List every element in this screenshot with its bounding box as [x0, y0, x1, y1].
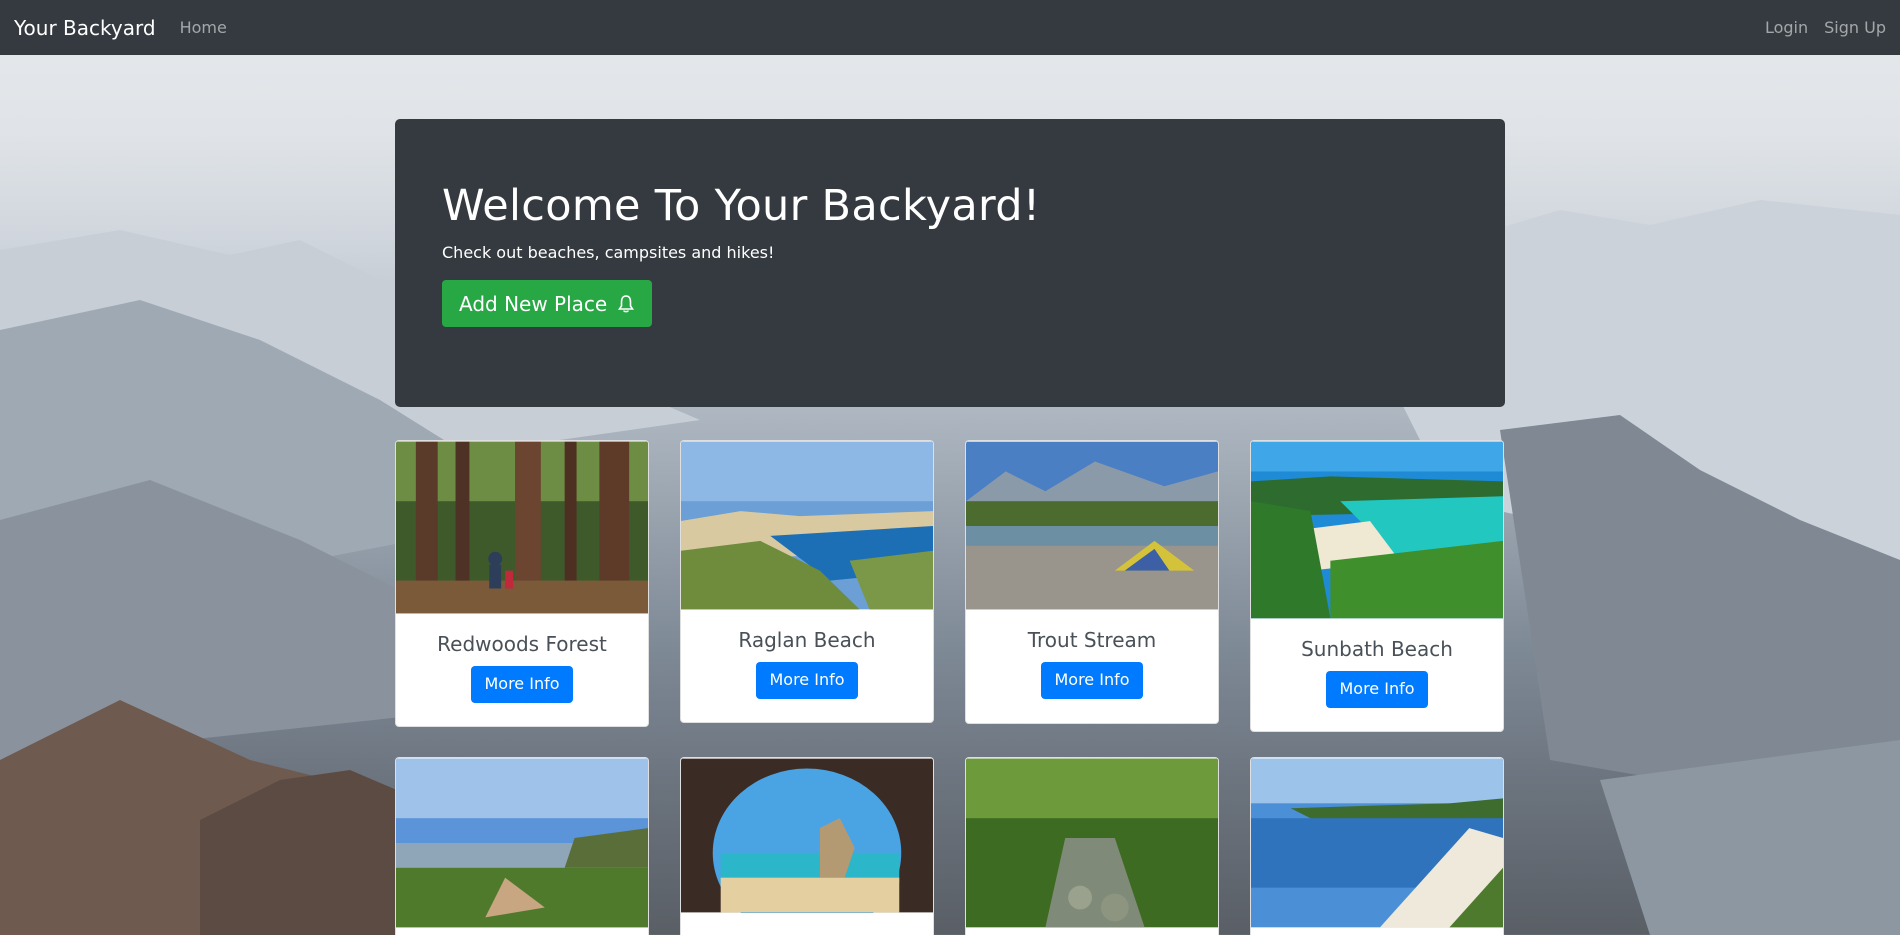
place-card: Raglan Beach More Info	[680, 440, 934, 723]
hero-subtitle: Check out beaches, campsites and hikes!	[442, 243, 775, 263]
card-title: Raglan Beach	[738, 628, 876, 652]
bell-icon	[618, 295, 635, 313]
cave-beach-image	[681, 758, 933, 913]
card-title: Sunbath Beach	[1301, 637, 1453, 661]
raglan-beach-image	[681, 441, 933, 610]
more-info-button[interactable]: More Info	[1041, 662, 1143, 699]
nav-home-link[interactable]: Home	[180, 18, 227, 37]
hero-title: Welcome To Your Backyard!	[442, 181, 1041, 231]
add-new-place-button[interactable]: Add New Place	[442, 280, 653, 328]
nav-signup-link[interactable]: Sign Up	[1824, 18, 1886, 37]
trout-stream-image	[966, 441, 1218, 610]
place-card	[680, 757, 934, 935]
place-card	[1250, 757, 1504, 935]
campsite-image	[396, 758, 648, 928]
coastal-beach-image	[1251, 758, 1503, 928]
nav-right: Login Sign Up	[1765, 18, 1886, 37]
place-card	[965, 757, 1219, 935]
nav-login-link[interactable]: Login	[1765, 18, 1808, 37]
more-info-button[interactable]: More Info	[1326, 671, 1428, 708]
redwoods-forest-image	[396, 441, 648, 614]
more-info-button[interactable]: More Info	[756, 662, 858, 699]
hero-jumbotron: Welcome To Your Backyard! Check out beac…	[395, 119, 1505, 407]
place-card: Trout Stream More Info	[965, 440, 1219, 724]
place-card	[395, 757, 649, 935]
place-card: Sunbath Beach More Info	[1250, 440, 1504, 732]
more-info-button[interactable]: More Info	[471, 666, 573, 703]
add-new-place-label: Add New Place	[459, 291, 608, 316]
sunbath-beach-image	[1251, 441, 1503, 619]
card-title: Trout Stream	[1027, 628, 1157, 652]
card-title: Redwoods Forest	[437, 632, 607, 656]
navbar: Your Backyard Home Login Sign Up	[0, 0, 1900, 55]
brand-link[interactable]: Your Backyard	[14, 16, 156, 40]
place-card: Redwoods Forest More Info	[395, 440, 649, 727]
forest-stream-image	[966, 758, 1218, 928]
